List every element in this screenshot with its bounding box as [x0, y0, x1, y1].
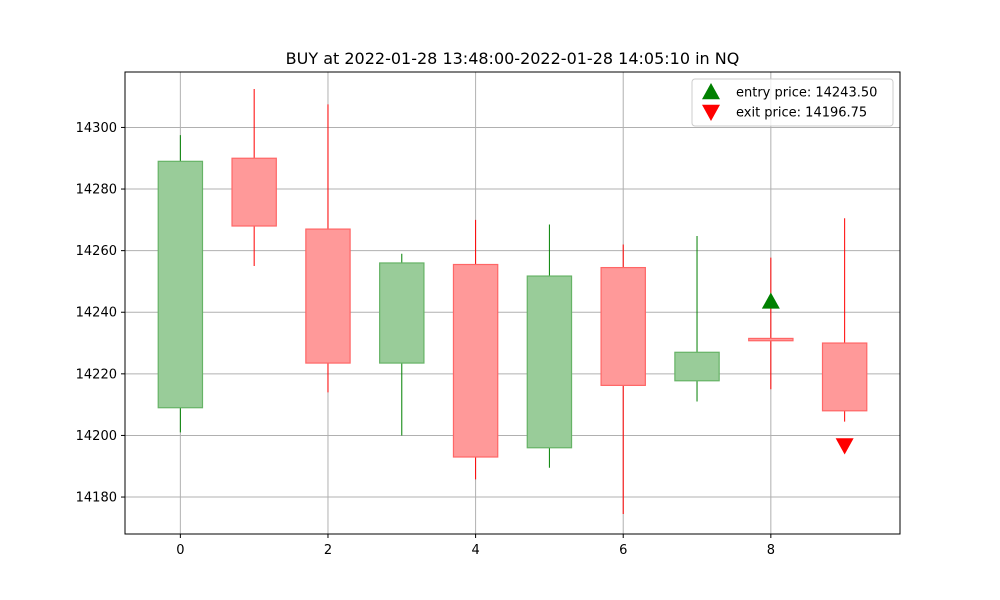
candle-body-down [821, 342, 868, 412]
plot-area-frame [124, 71, 901, 535]
exit-marker [835, 438, 854, 455]
y-tick-label: 14220 [76, 367, 117, 382]
x-tick-label: 2 [324, 543, 332, 558]
y-tick-label: 14180 [76, 491, 117, 506]
y-tick-label: 14300 [76, 121, 117, 136]
candle-body-down [305, 228, 351, 364]
x-tick-label: 4 [471, 543, 479, 558]
entry-marker [761, 292, 780, 309]
candle-body-down [600, 266, 646, 386]
legend-entry-label: entry price: 14243.50 [736, 86, 877, 101]
candle-body-down [231, 157, 277, 227]
y-tick-label: 14280 [76, 183, 117, 198]
chart-title: BUY at 2022-01-28 13:48:00-2022-01-28 14… [286, 49, 740, 68]
x-tick-label: 6 [619, 543, 627, 558]
candle-body-up [379, 262, 425, 364]
y-tick-label: 14200 [76, 429, 117, 444]
candle-body-up [157, 160, 204, 409]
y-tick-label: 14260 [76, 244, 117, 259]
x-tick-label: 0 [176, 543, 184, 558]
candle-body-down [748, 337, 794, 342]
legend-exit-label: exit price: 14196.75 [736, 106, 867, 121]
candle-body-down [452, 263, 499, 458]
x-tick-label: 8 [767, 543, 775, 558]
y-tick-label: 14240 [76, 306, 117, 321]
grid-lines [125, 72, 900, 534]
candles [157, 88, 868, 514]
candle-body-up [526, 275, 573, 449]
candlestick-chart: BUY at 2022-01-28 13:48:00-2022-01-28 14… [76, 49, 901, 558]
candle-body-up [674, 351, 720, 382]
legend: entry price: 14243.50 exit price: 14196.7… [691, 78, 894, 127]
